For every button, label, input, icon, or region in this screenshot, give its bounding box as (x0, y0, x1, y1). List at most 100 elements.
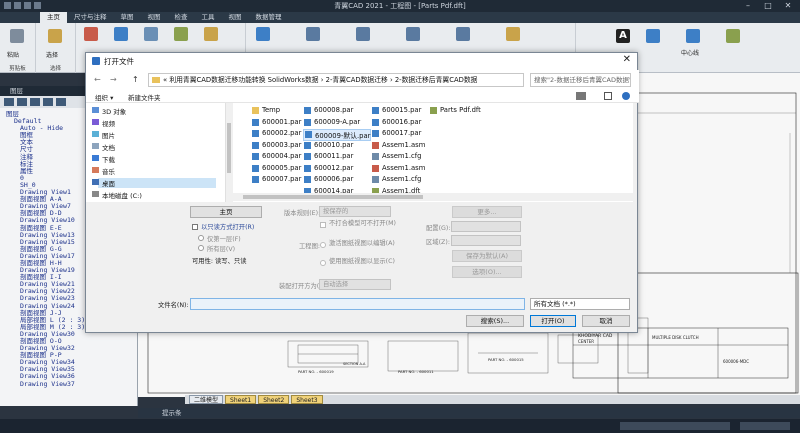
options-button[interactable]: 选项(O)... (452, 266, 522, 278)
file-list-scrollbar[interactable] (233, 193, 633, 201)
nav-item[interactable]: 音乐 (92, 166, 115, 176)
ribbon-tab-tools[interactable]: 工具 (195, 12, 222, 23)
circle-tool-icon[interactable] (174, 27, 188, 41)
nav-item[interactable]: 图片 (92, 130, 115, 140)
first-only-radio[interactable] (198, 235, 204, 241)
nav-item[interactable]: 本地磁盘 (C:) (92, 190, 142, 200)
search-input[interactable]: 搜索"2-数据迁移后青翼CAD数据" (530, 73, 631, 87)
layer-tree-item[interactable]: Drawing View37 (6, 380, 137, 388)
layer-settings-icon[interactable] (56, 98, 66, 106)
forward-icon[interactable]: → (110, 75, 117, 84)
readonly-label[interactable]: 以只读方式打开(R) (201, 222, 254, 231)
no-load-hidden-checkbox[interactable] (320, 222, 326, 228)
save-default-button[interactable]: 保存为默认(A) (452, 250, 522, 262)
ribbon-tab-home[interactable]: 主页 (40, 12, 67, 23)
ribbon-tab-inspect[interactable]: 检查 (168, 12, 195, 23)
new-folder-button[interactable]: 新建文件夹 (128, 92, 161, 102)
file-item[interactable]: 600016.par (371, 118, 421, 126)
readonly-checkbox[interactable] (192, 224, 198, 230)
leader-icon[interactable] (646, 29, 660, 43)
fill-tool-icon[interactable] (204, 27, 218, 41)
file-item[interactable]: 600012.par (303, 164, 353, 172)
config-select[interactable] (451, 221, 521, 232)
file-item[interactable]: 600008.par (303, 106, 353, 114)
draw-tool-icon[interactable] (84, 27, 98, 41)
file-item[interactable]: 600009-默认.par (303, 129, 372, 141)
file-item[interactable]: Assem1.asm (371, 164, 425, 172)
nav-item[interactable]: 文档 (92, 142, 115, 152)
zoom-slider[interactable] (620, 422, 730, 430)
file-item[interactable]: 600007.par (251, 175, 301, 183)
radius-dimension-icon[interactable] (406, 27, 420, 41)
file-item[interactable]: 600005.par (251, 164, 301, 172)
back-icon[interactable]: ← (94, 75, 101, 84)
search-button[interactable]: 搜索(S)... (466, 315, 524, 327)
cancel-button[interactable]: 取消 (582, 315, 630, 327)
dialog-close-icon[interactable]: ✕ (623, 54, 631, 65)
nav-scroll-thumb[interactable] (227, 123, 231, 173)
sheet-tab-sheet3[interactable]: Sheet3 (291, 395, 323, 404)
dimension-icon[interactable] (256, 27, 270, 41)
view-controls[interactable] (740, 422, 790, 430)
file-item[interactable]: 600011.par (303, 152, 353, 160)
file-item[interactable]: Parts Pdf.dft (429, 106, 481, 114)
symbol-icon[interactable] (726, 29, 740, 43)
preview-pane-icon[interactable] (604, 92, 612, 100)
open-button[interactable]: 打开(O) (530, 315, 576, 327)
file-scroll-thumb[interactable] (243, 195, 423, 199)
delete-layer-icon[interactable] (17, 98, 27, 106)
file-item[interactable]: 600004.par (251, 152, 301, 160)
filename-input[interactable] (190, 298, 525, 310)
file-item[interactable]: Assem1.cfg (371, 175, 421, 183)
zone-select[interactable] (451, 235, 521, 246)
view-mode-icon[interactable] (576, 92, 586, 100)
file-item[interactable]: 600002.par (251, 129, 301, 137)
angle-dimension-icon[interactable] (356, 27, 370, 41)
file-item[interactable]: 600017.par (371, 129, 421, 137)
file-item[interactable]: 600001.par (251, 118, 301, 126)
close-window-icon[interactable]: ✕ (778, 0, 798, 12)
drawing-display-radio[interactable] (320, 260, 326, 266)
main-page-button[interactable]: 主页 (190, 206, 262, 218)
drawing-edit-radio[interactable] (320, 242, 326, 248)
sheet-tab-2d-model[interactable]: 二维模型 (189, 395, 224, 404)
more-button[interactable]: 更多... (452, 206, 522, 218)
minimize-icon[interactable]: – (738, 0, 758, 12)
nav-item[interactable]: 视频 (92, 118, 115, 128)
assembly-open-select[interactable]: 自动选择 (319, 279, 391, 290)
file-item[interactable]: 600009-A.par (303, 118, 360, 126)
smart-dimension-icon[interactable] (306, 27, 320, 41)
centerline-label[interactable]: 中心线 (681, 48, 699, 57)
help-icon[interactable] (622, 92, 630, 100)
maximize-icon[interactable]: □ (758, 0, 778, 12)
ribbon-tab-sketch[interactable]: 草图 (114, 12, 141, 23)
sheet-tab-sheet1[interactable]: Sheet1 (225, 395, 257, 404)
nav-scrollbar[interactable] (226, 103, 232, 202)
file-item[interactable]: Assem1.cfg (371, 152, 421, 160)
ribbon-tab-view2[interactable]: 视图 (222, 12, 249, 23)
select-arrow-icon[interactable] (48, 29, 62, 43)
nav-item[interactable]: 桌面 (92, 178, 216, 188)
chamfer-dimension-icon[interactable] (456, 27, 470, 41)
new-layer-icon[interactable] (4, 98, 14, 106)
ribbon-tab-view[interactable]: 视图 (141, 12, 168, 23)
hide-layer-icon[interactable] (43, 98, 53, 106)
filetype-select[interactable]: 所有文档 (*.*) (530, 298, 630, 310)
line-tool-icon[interactable] (114, 27, 128, 41)
sheet-tab-sheet2[interactable]: Sheet2 (258, 395, 290, 404)
up-icon[interactable]: ↑ (132, 75, 139, 84)
nav-item[interactable]: 3D 对象 (92, 106, 126, 116)
file-item[interactable]: 600006.par (303, 175, 353, 183)
text-icon[interactable]: A (616, 29, 630, 43)
file-item[interactable]: Temp (251, 106, 280, 114)
organize-button[interactable]: 组织 ▾ (95, 92, 113, 102)
file-item[interactable]: 600010.par (303, 141, 353, 149)
version-rule-select[interactable]: 按保存的 (319, 206, 391, 217)
ribbon-tab-data[interactable]: 数据管理 (249, 12, 289, 23)
all-layers-radio[interactable] (198, 245, 204, 251)
show-layer-icon[interactable] (30, 98, 40, 106)
ribbon-tab-dimension[interactable]: 尺寸与注释 (67, 12, 114, 23)
arc-tool-icon[interactable] (144, 27, 158, 41)
paste-icon[interactable] (10, 29, 24, 43)
file-item[interactable]: 600003.par (251, 141, 301, 149)
